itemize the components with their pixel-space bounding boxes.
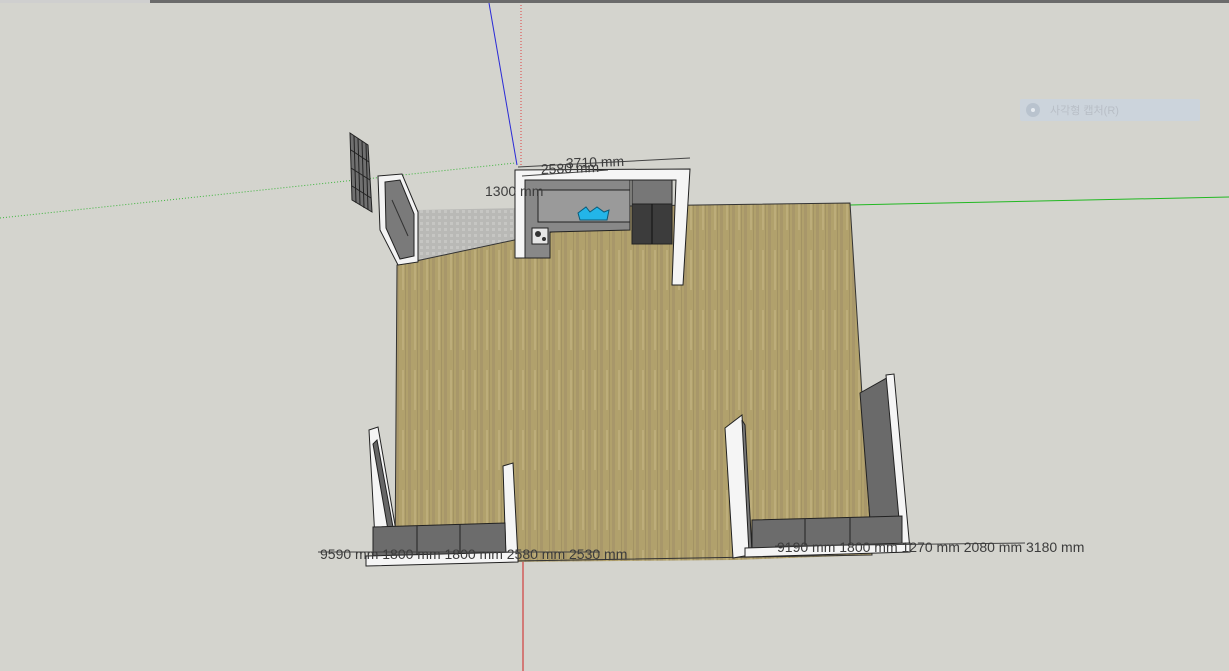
dimension-top-width-inner: 2580 mm [541, 159, 600, 177]
wood-floor-main [394, 202, 873, 564]
left-wardrobe [377, 173, 419, 266]
dimension-left-depth: 1300 mm [485, 183, 543, 199]
camera-dot-icon [1026, 103, 1040, 117]
capture-rect-button[interactable]: 사각형 캡처(R) [1020, 99, 1200, 121]
bookshelf [349, 132, 373, 213]
capture-rect-label: 사각형 캡처(R) [1050, 105, 1119, 117]
dimension-bottom-right: 9190 mm 1800 mm 1270 mm 2080 mm 3180 mm [777, 539, 1084, 555]
3d-viewport[interactable]: 3710 mm 2580 mm 1300 mm 9590 mm 1800 mm … [0, 0, 1229, 671]
dimension-bottom-left: 9590 mm 1800 mm 1800 mm 2580 mm 2530 mm [320, 546, 627, 562]
green-axis [849, 196, 1229, 206]
blue-axis [488, 2, 518, 166]
